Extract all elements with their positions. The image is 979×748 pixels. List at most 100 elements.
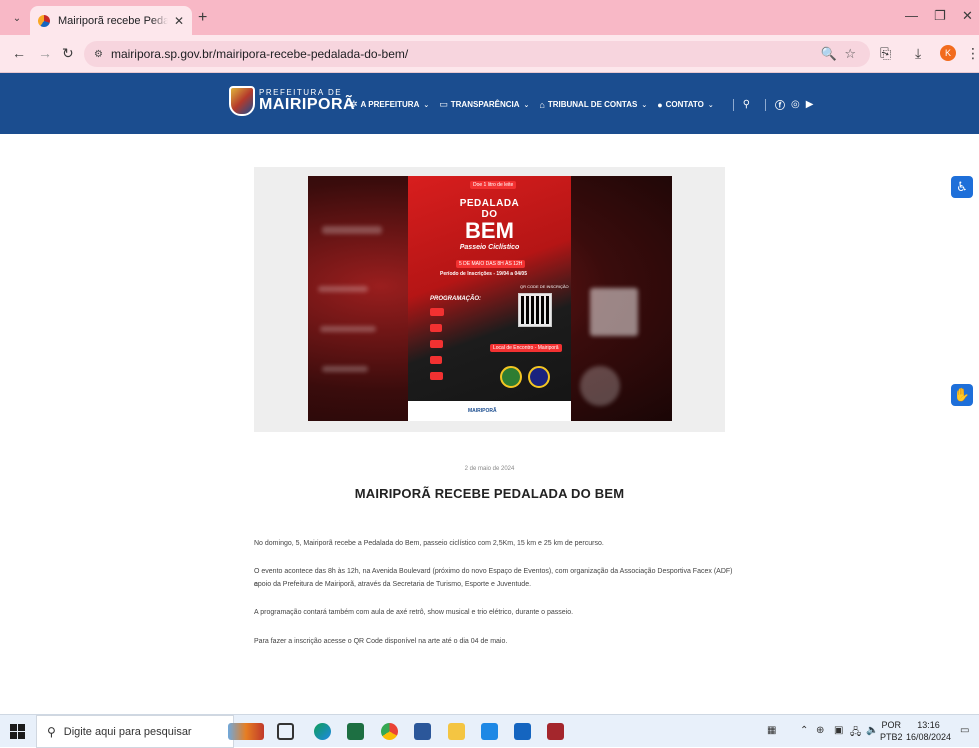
menu-kebab-icon[interactable]: ⋮ <box>966 45 979 62</box>
forward-icon[interactable]: → <box>38 45 52 61</box>
edge-icon[interactable] <box>314 723 331 740</box>
url-text: mairipora.sp.gov.br/mairipora-recebe-ped… <box>110 47 409 61</box>
nav-divider <box>765 98 767 111</box>
file-explorer-icon[interactable] <box>448 723 465 740</box>
bank-icon: ⌂ <box>539 99 545 110</box>
sign-language-icon[interactable]: ✋ <box>951 384 973 406</box>
seal-icon <box>528 366 550 388</box>
nav-contato[interactable]: ● CONTATO ⌄ <box>657 100 714 110</box>
taskbar-search-placeholder: Digite aqui para pesquisar <box>63 725 192 738</box>
clock-time: 13:16 <box>917 720 940 730</box>
article-image-container: Doe 1 litro de leite PEDALADA DO BEM Pas… <box>254 167 725 432</box>
nav-divider <box>732 98 734 111</box>
instagram-icon[interactable]: ◎ <box>791 99 800 110</box>
store-icon[interactable] <box>481 723 498 740</box>
tab-title: Mairiporã recebe Pedalada do Bem <box>58 14 168 27</box>
keyboard-layout: PTB2 <box>880 732 903 742</box>
poster-title-top: PEDALADA <box>459 198 520 209</box>
tray-app-icon[interactable]: ▣ <box>834 725 843 736</box>
browser-tab[interactable]: Mairiporã recebe Pedalada do Bem ✕ <box>30 6 192 35</box>
access-icon[interactable] <box>547 723 564 740</box>
search-icon[interactable]: ⚲ <box>743 99 750 110</box>
tab-search-chevron-icon[interactable]: ⌄ <box>8 9 26 27</box>
poster-local: Local de Encontro - Mairiporã <box>490 344 562 352</box>
poster-title-big: BEM <box>465 218 514 243</box>
facebook-icon[interactable]: ⓕ <box>775 97 785 112</box>
nav-label: A PREFEITURA <box>360 100 420 109</box>
tray-clock[interactable]: 13:16 16/08/2024 <box>906 719 951 743</box>
chrome-icon[interactable] <box>381 723 398 740</box>
taskbar-search-box[interactable]: ⚲ Digite aqui para pesquisar <box>36 715 234 748</box>
language-code: POR <box>881 720 902 730</box>
poster-title: PEDALADA DO BEM Passeio Ciclístico <box>408 198 571 251</box>
search-icon: ⚲ <box>47 724 56 739</box>
site-info-icon[interactable]: ⚙ <box>94 49 103 60</box>
poster-qr-label: QR CODE DE INSCRIÇÃO <box>520 284 569 289</box>
extensions-icon[interactable]: ⎘ <box>880 45 891 62</box>
article-paragraph: No domingo, 5, Mairiporã recebe a Pedala… <box>254 540 604 547</box>
excel-icon[interactable] <box>347 723 364 740</box>
site-favicon-icon <box>38 14 50 27</box>
windows-start-icon[interactable] <box>10 724 26 740</box>
poster-inscricoes: Período de Inscrições - 19/04 a 04/05 <box>440 271 527 277</box>
event-poster: Doe 1 litro de leite PEDALADA DO BEM Pas… <box>408 176 571 421</box>
article-paragraph: A programação contará também com aula de… <box>254 609 574 616</box>
accessibility-icon[interactable]: ♿ <box>951 176 973 198</box>
qr-code <box>518 293 552 327</box>
site-logo[interactable]: PREFEITURA DE MAIRIPORÃ <box>229 86 355 116</box>
bookmark-star-icon[interactable]: 🔍 ☆ <box>821 46 856 62</box>
chevron-down-icon: ⌄ <box>707 101 714 109</box>
tray-language[interactable]: POR PTB2 <box>880 719 903 743</box>
poster-subtitle: Passeio Ciclístico <box>459 244 520 251</box>
new-tab-icon[interactable]: + <box>198 9 207 27</box>
volume-icon[interactable]: 🔈 <box>866 725 878 736</box>
site-header: PREFEITURA DE MAIRIPORÃ ✲ A PREFEITURA ⌄… <box>0 73 979 134</box>
downloads-icon[interactable]: ⤓ <box>915 45 921 62</box>
clock-date: 16/08/2024 <box>906 732 952 742</box>
reload-icon[interactable]: ↻ <box>62 45 74 62</box>
address-bar[interactable]: ⚙ mairipora.sp.gov.br/mairipora-recebe-p… <box>84 41 870 67</box>
chevron-down-icon: ⌄ <box>523 101 530 109</box>
browser-tab-strip: ⌄ Mairiporã recebe Pedalada do Bem ✕ + —… <box>0 0 979 35</box>
seal-icon <box>500 366 522 388</box>
nav-tribunal-de-contas[interactable]: ⌂ TRIBUNAL DE CONTAS ⌄ <box>539 100 647 110</box>
network-icon[interactable]: 🖧 <box>850 725 861 742</box>
nav-label: TRIBUNAL DE CONTAS <box>547 100 638 109</box>
article-title: MAIRIPORÃ RECEBE PEDALADA DO BEM <box>354 486 625 501</box>
notifications-icon[interactable]: ▭ <box>960 725 969 736</box>
tray-app-icon[interactable]: ⊕ <box>816 725 824 736</box>
logo-big-text: MAIRIPORÃ <box>259 96 356 113</box>
keyboard-icon[interactable]: ▦ <box>767 725 776 736</box>
youtube-icon[interactable]: ▶ <box>806 99 814 110</box>
article-paragraph: apoio da Prefeitura de Mairiporã, atravé… <box>254 581 532 588</box>
word-icon[interactable] <box>414 723 431 740</box>
profile-avatar[interactable]: K <box>940 45 956 61</box>
browser-toolbar: ← → ↻ ⚙ mairipora.sp.gov.br/mairipora-re… <box>0 35 979 73</box>
chevron-down-icon: ⌄ <box>641 101 648 109</box>
monitor-icon: ▭ <box>439 99 448 109</box>
windows-taskbar: ⚲ Digite aqui para pesquisar ▦ ⌃ ⊕ ▣ 🖧 🔈… <box>0 714 979 748</box>
nav-label: CONTATO <box>665 100 704 109</box>
close-window-icon[interactable]: ✕ <box>962 8 973 24</box>
nav-a-prefeitura[interactable]: ✲ A PREFEITURA ⌄ <box>350 99 429 110</box>
task-view-icon[interactable] <box>277 723 294 740</box>
restore-icon[interactable]: ❐ <box>934 8 946 24</box>
minimize-icon[interactable]: — <box>905 8 918 23</box>
back-icon[interactable]: ← <box>12 45 26 61</box>
nav-label: TRANSPARÊNCIA <box>450 100 520 109</box>
article-date: 2 de maio de 2024 <box>464 466 515 472</box>
poster-footer-brand: MAIRIPORÃ <box>468 408 497 414</box>
gear-icon: ✲ <box>350 99 358 109</box>
poster-footer: MAIRIPORÃ <box>408 401 571 421</box>
chevron-down-icon: ⌄ <box>423 101 430 109</box>
show-hidden-icons-chevron-icon[interactable]: ⌃ <box>800 725 808 736</box>
coat-of-arms-icon <box>229 86 255 116</box>
poster-programacao: PROGRAMAÇÃO: <box>430 296 481 302</box>
search-highlight-icon[interactable] <box>228 723 264 740</box>
chat-icon: ● <box>657 99 663 110</box>
mail-icon[interactable] <box>514 723 531 740</box>
main-navigation: ✲ A PREFEITURA ⌄ ▭ TRANSPARÊNCIA ⌄ ⌂ TRI… <box>350 97 819 112</box>
poster-date: 5 DE MAIO DAS 8H ÀS 12H <box>456 260 526 268</box>
tab-close-icon[interactable]: ✕ <box>174 14 184 28</box>
nav-transparencia[interactable]: ▭ TRANSPARÊNCIA ⌄ <box>439 99 529 110</box>
